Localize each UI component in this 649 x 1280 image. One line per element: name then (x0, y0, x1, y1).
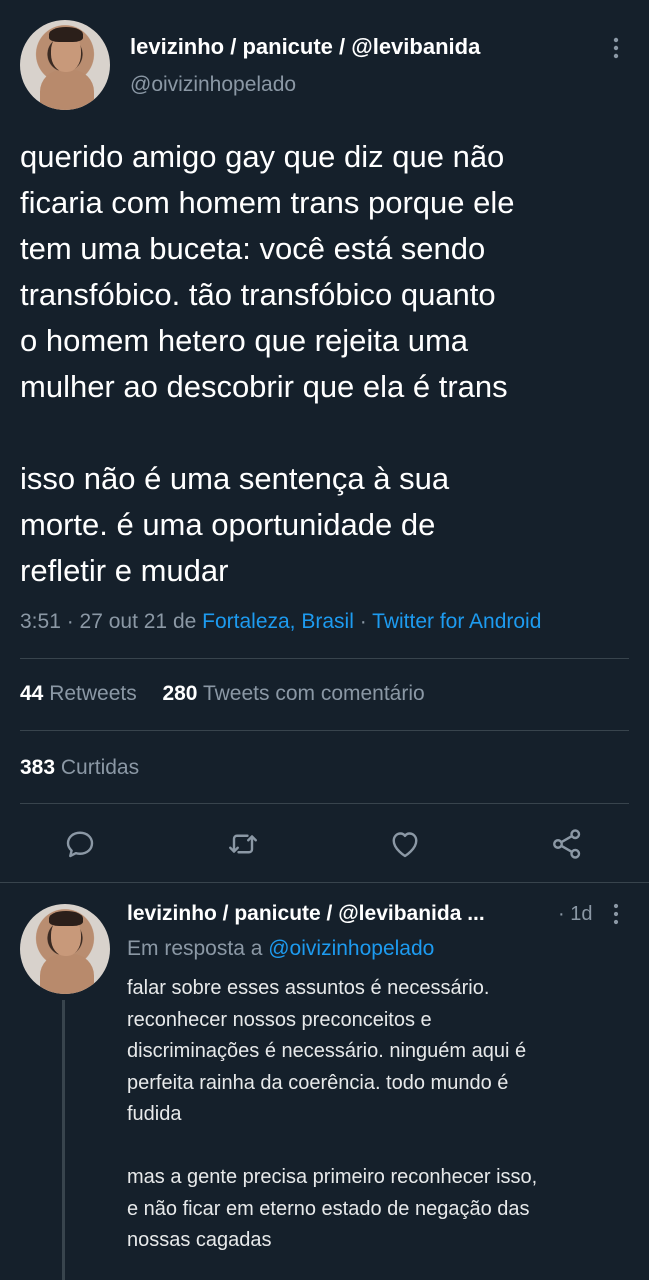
retweet-icon (229, 834, 257, 854)
retweet-button[interactable] (225, 826, 261, 862)
share-button[interactable] (549, 826, 585, 862)
tweet-client-link[interactable]: Twitter for Android (372, 610, 541, 633)
reply-text-line: nossas cagadas (127, 1229, 272, 1251)
tweet-text-line: mulher ao descobrir que ela é trans (20, 369, 508, 404)
retweets-stat[interactable]: 44 Retweets (20, 682, 137, 705)
thread-line (62, 1000, 65, 1280)
retweets-count: 44 (20, 682, 44, 705)
like-button[interactable] (387, 826, 423, 862)
more-options-button[interactable] (604, 34, 628, 62)
divider (20, 730, 629, 731)
reply-text-line: mas a gente precisa primeiro reconhecer … (127, 1166, 538, 1188)
section-divider (0, 882, 649, 883)
reply-text-line: discriminações é necessário. ninguém aqu… (127, 1040, 527, 1062)
reply-text-line: e não ficar em eterno estado de negação … (127, 1197, 530, 1220)
author-display-name[interactable]: levizinho / panicute / @levibanida (130, 34, 480, 60)
reply-author-display-name[interactable]: levizinho / panicute / @levibanida ... (127, 902, 485, 926)
tweet-text: querido amigo gay que diz que não ficari… (20, 134, 640, 594)
tweet-text-line: o homem hetero que rejeita uma (20, 323, 469, 358)
reply-icon (66, 831, 94, 858)
divider (20, 658, 629, 659)
tweet-text-line: morte. é uma oportunidade de (20, 507, 436, 542)
tweet-text-line: isso não é uma sentença à sua (20, 461, 450, 496)
tweet-text-line: querido amigo gay que diz que não (20, 139, 505, 174)
tweet-location-link[interactable]: Fortaleza, Brasil (202, 610, 354, 633)
reply-text-line: falar sobre esses assuntos é necessário. (127, 977, 490, 999)
likes-stat[interactable]: 383 Curtidas (20, 756, 139, 780)
metadata-separator: · (353, 610, 373, 633)
tweet-metadata: 3:51 · 27 out 21 de Fortaleza, Brasil · … (20, 610, 541, 634)
reply-text-line: perfeita rainha da coerência. todo mundo… (127, 1071, 509, 1094)
divider (20, 803, 629, 804)
heart-icon (392, 832, 418, 858)
reply-text-line: fudida (127, 1103, 182, 1125)
reply-text: falar sobre esses assuntos é necessário.… (127, 973, 642, 1257)
reply-age[interactable]: · 1d (558, 903, 592, 926)
reply-more-options-button[interactable] (604, 901, 628, 927)
reply-author-avatar[interactable] (20, 904, 110, 994)
in-reply-to: Em resposta a @oivizinhopelado (127, 937, 434, 961)
reply-text-line: reconhecer nossos preconceitos e (127, 1008, 432, 1031)
more-vertical-icon (613, 37, 619, 59)
author-handle[interactable]: @oivizinhopelado (130, 73, 296, 97)
quote-tweets-stat[interactable]: 280 Tweets com comentário (162, 682, 424, 705)
tweet-timestamp[interactable]: 3:51 · 27 out 21 de (20, 610, 202, 633)
tweet-text-line: tem uma buceta: você está sendo (20, 231, 486, 266)
quote-tweets-count: 280 (162, 682, 198, 705)
more-vertical-icon (613, 903, 619, 925)
share-icon (553, 829, 581, 859)
reply-button[interactable] (62, 826, 98, 862)
likes-count: 383 (20, 756, 56, 779)
tweet-text-line: transfóbico. tão transfóbico quanto (20, 277, 496, 312)
in-reply-to-handle[interactable]: @oivizinhopelado (268, 937, 434, 960)
likes-label: Curtidas (60, 756, 140, 779)
in-reply-to-label: Em resposta a (127, 937, 269, 960)
author-avatar[interactable] (20, 20, 110, 110)
retweets-label: Retweets (49, 682, 137, 705)
quote-tweets-label: Tweets com comentário (202, 682, 425, 705)
tweet-text-line: ficaria com homem trans porque ele (20, 185, 515, 220)
retweet-quote-stats: 44 Retweets 280 Tweets com comentário (20, 682, 425, 706)
tweet-text-line: refletir e mudar (20, 553, 229, 588)
